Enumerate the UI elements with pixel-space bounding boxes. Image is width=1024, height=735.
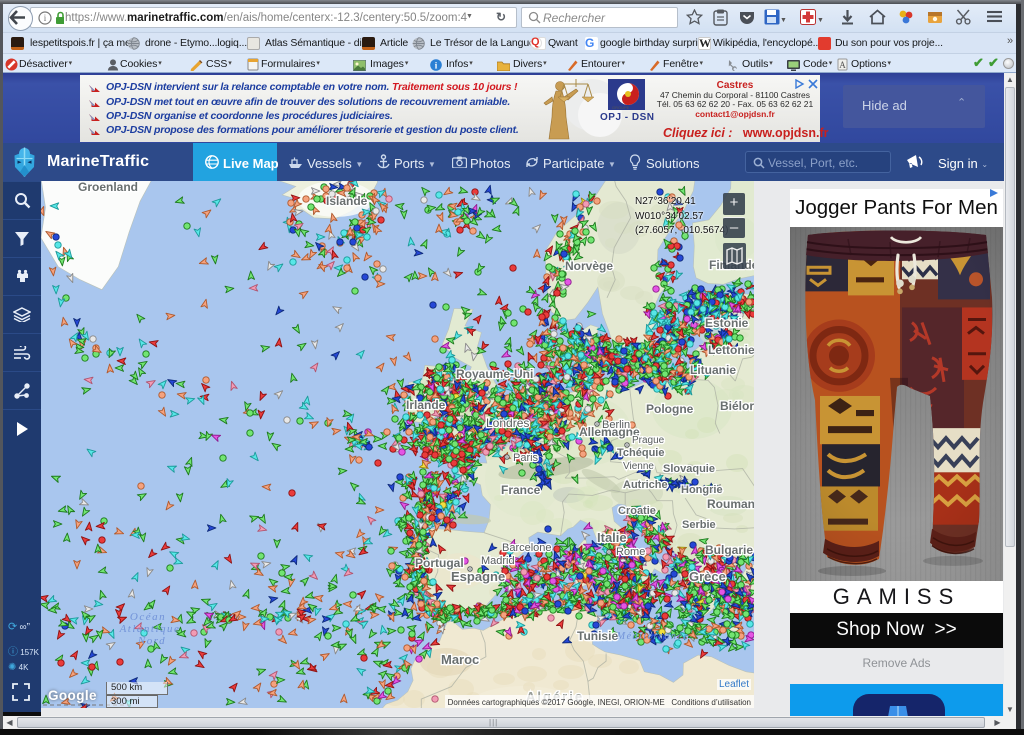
svg-text:Norvège: Norvège: [565, 259, 613, 273]
svg-text:Londres: Londres: [486, 416, 529, 430]
svg-text:Rome: Rome: [616, 546, 645, 558]
svg-text:Maroc: Maroc: [441, 652, 479, 667]
svg-text:Grèce: Grèce: [689, 569, 726, 584]
svg-text:Biélorus: Biélorus: [720, 399, 754, 413]
svg-text:Barcelone: Barcelone: [502, 542, 552, 554]
svg-text:Serbie: Serbie: [682, 519, 716, 531]
svg-text:Madrid: Madrid: [481, 555, 515, 567]
svg-text:Lettonie: Lettonie: [708, 343, 754, 357]
svg-text:Espagne: Espagne: [451, 569, 505, 584]
svg-text:Bulgarie: Bulgarie: [705, 543, 753, 557]
svg-text:Berlin: Berlin: [602, 419, 630, 431]
svg-text:Irlande: Irlande: [406, 398, 446, 412]
svg-text:Royaume-Uni: Royaume-Uni: [456, 367, 533, 381]
svg-text:France: France: [501, 483, 541, 497]
svg-text:Autriche: Autriche: [623, 479, 668, 491]
svg-text:Atlantique: Atlantique: [119, 623, 181, 635]
svg-text:Méditerranée: Méditerranée: [616, 631, 689, 642]
svg-text:A: A: [839, 60, 846, 70]
svg-text:Océan: Océan: [130, 611, 166, 623]
svg-text:Groenland: Groenland: [78, 181, 138, 194]
svg-text:Prague: Prague: [632, 435, 665, 446]
svg-text:Tchéquie: Tchéquie: [617, 447, 664, 459]
svg-text:Croatie: Croatie: [618, 505, 656, 517]
svg-text:Paris: Paris: [513, 452, 539, 464]
svg-text:Islande: Islande: [326, 194, 368, 208]
svg-text:Tunisie: Tunisie: [577, 629, 618, 643]
svg-text:Pologne: Pologne: [646, 402, 694, 416]
svg-text:Portugal: Portugal: [415, 556, 464, 570]
svg-text:Hongrie: Hongrie: [681, 484, 723, 496]
svg-text:Lituanie: Lituanie: [690, 363, 736, 377]
svg-text:Vienne: Vienne: [623, 461, 654, 472]
svg-text:Roumanie: Roumanie: [707, 497, 754, 511]
svg-text:Slovaquie: Slovaquie: [663, 463, 715, 475]
svg-text:Estonie: Estonie: [705, 316, 749, 330]
svg-text:Nord: Nord: [137, 635, 166, 647]
svg-text:i: i: [44, 13, 47, 23]
svg-text:Italie: Italie: [597, 530, 627, 545]
